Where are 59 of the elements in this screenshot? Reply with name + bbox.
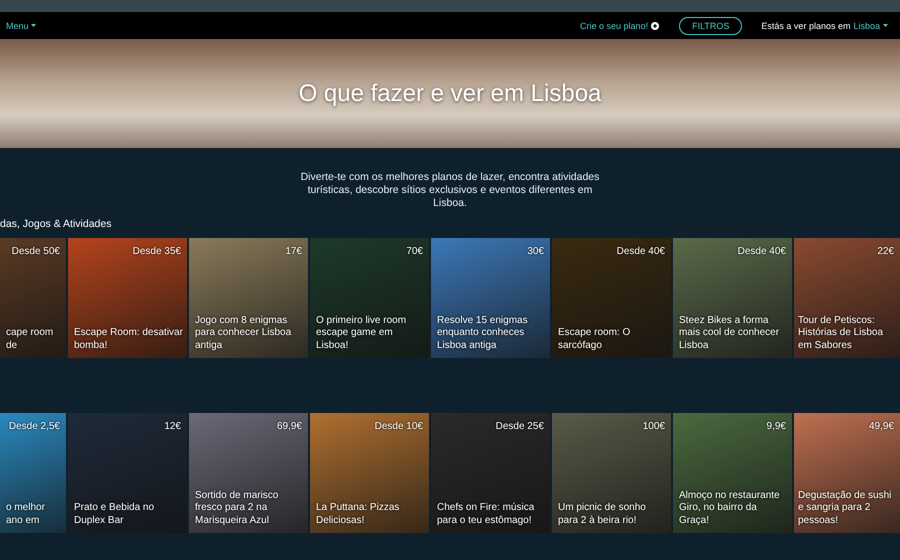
plus-circle-icon[interactable] [651, 22, 660, 30]
activity-card[interactable]: 12€ Prato e Bebida no Duplex Bar [68, 413, 187, 533]
price-label: 22€ [877, 246, 894, 257]
price-label: 30€ [527, 246, 544, 257]
card-title: Escape room: O sarcófago [558, 327, 632, 352]
activity-card[interactable]: Desde 10€ La Puttana: Pizzas Deliciosas! [310, 413, 429, 533]
card-title: o melhor ano em [6, 502, 46, 527]
activity-card[interactable]: Desde 40€ Escape room: O sarcófago [552, 238, 671, 358]
activity-card[interactable]: Desde 40€ Steez Bikes a forma mais cool de conhecer Lisboa [673, 238, 792, 358]
activity-card[interactable]: Desde 2,5€ o melhor ano em [0, 413, 66, 533]
location-label: Estás a ver planos em [761, 20, 850, 30]
card-title: Chefs on Fire: música para o teu estômago! [437, 502, 536, 527]
activity-card[interactable]: Desde 25€ Chefs on Fire: música para o teu estômago! [431, 413, 550, 533]
card-title: Prato e Bebida no Duplex Bar [74, 502, 156, 527]
page-title: O que fazer e ver em Lisboa [298, 80, 602, 108]
activity-card[interactable]: 70€ O primeiro live room escape game em Lisboa! [310, 238, 429, 358]
activity-card[interactable]: 22€ Tour de Petiscos: Histórias de Lisboa em Sabores [794, 238, 900, 358]
intro-text: Diverte-te com os melhores planos de lazer, encontra atividades turísticas, descobre sítios exclusivos e eventos diferentes em Lisboa. [300, 171, 600, 210]
create-plan-link[interactable]: Crie o seu plano! [580, 20, 648, 30]
price-label: Desde 25€ [496, 421, 544, 432]
activity-card[interactable]: 17€ Jogo com 8 enigmas para conhecer Lisboa antiga [189, 238, 308, 358]
activity-card[interactable]: Desde 50€ cape room de [0, 238, 66, 358]
price-label: 49,9€ [868, 421, 894, 432]
card-title: Degustação de sushi e sangria para 2 pessoas! [798, 490, 892, 527]
section-heading: das, Jogos & Atividades [0, 218, 112, 230]
activity-card[interactable]: 100€ Um picnic de sonho para 2 à beira rio! [552, 413, 671, 533]
price-label: Desde 40€ [738, 246, 786, 257]
price-label: 17€ [285, 246, 302, 257]
card-title: Resolve 15 enigmas enquanto conheces Lisboa antiga [437, 314, 529, 352]
card-title: Steez Bikes a forma mais cool de conhecer Lisboa [679, 314, 780, 352]
price-label: 69,9€ [276, 421, 302, 432]
card-title: Almoço no restaurante Giro, no bairro da Graça! [679, 490, 781, 527]
card-title: Tour de Petiscos: Histórias de Lisboa em Sabores [798, 314, 884, 352]
price-label: Desde 50€ [12, 246, 60, 257]
activity-card[interactable]: Desde 35€ Escape Room: desativar bomba! [68, 238, 187, 358]
price-label: 100€ [642, 421, 665, 432]
caret-icon[interactable] [883, 24, 888, 27]
card-title: La Puttana: Pizzas Deliciosas! [316, 502, 400, 527]
menu-button[interactable]: Menu [6, 20, 36, 30]
caret-icon [30, 24, 36, 27]
filters-button[interactable]: FILTROS [679, 16, 742, 34]
location-dropdown[interactable]: Lisboa [853, 20, 880, 30]
price-label: Desde 35€ [132, 246, 181, 257]
card-title: Escape Room: desativar bomba! [74, 327, 183, 352]
card-title: Sortido de marisco fresco para 2 na Marisqueira Azul [195, 490, 280, 527]
price-label: Desde 10€ [374, 421, 423, 432]
activity-card[interactable]: 49,9€ Degustação de sushi e sangria para 2 pessoas! [794, 413, 900, 533]
price-label: 12€ [164, 421, 181, 432]
price-label: 70€ [406, 246, 423, 257]
price-label: Desde 40€ [616, 246, 665, 257]
card-title: cape room de [6, 327, 54, 352]
card-title: O primeiro live room escape game em Lisboa! [316, 314, 408, 352]
activity-card[interactable]: 9,9€ Almoço no restaurante Giro, no bairro da Graça! [673, 413, 792, 533]
price-label: 9,9€ [766, 421, 786, 432]
card-title: Jogo com 8 enigmas para conhecer Lisboa antiga [195, 314, 292, 352]
activity-card[interactable]: 30€ Resolve 15 enigmas enquanto conheces Lisboa antiga [431, 238, 550, 358]
card-title: Um picnic de sonho para 2 à beira rio! [558, 502, 647, 527]
activity-card[interactable]: 69,9€ Sortido de marisco fresco para 2 na Marisqueira Azul [189, 413, 308, 533]
price-label: Desde 2,5€ [8, 421, 60, 432]
